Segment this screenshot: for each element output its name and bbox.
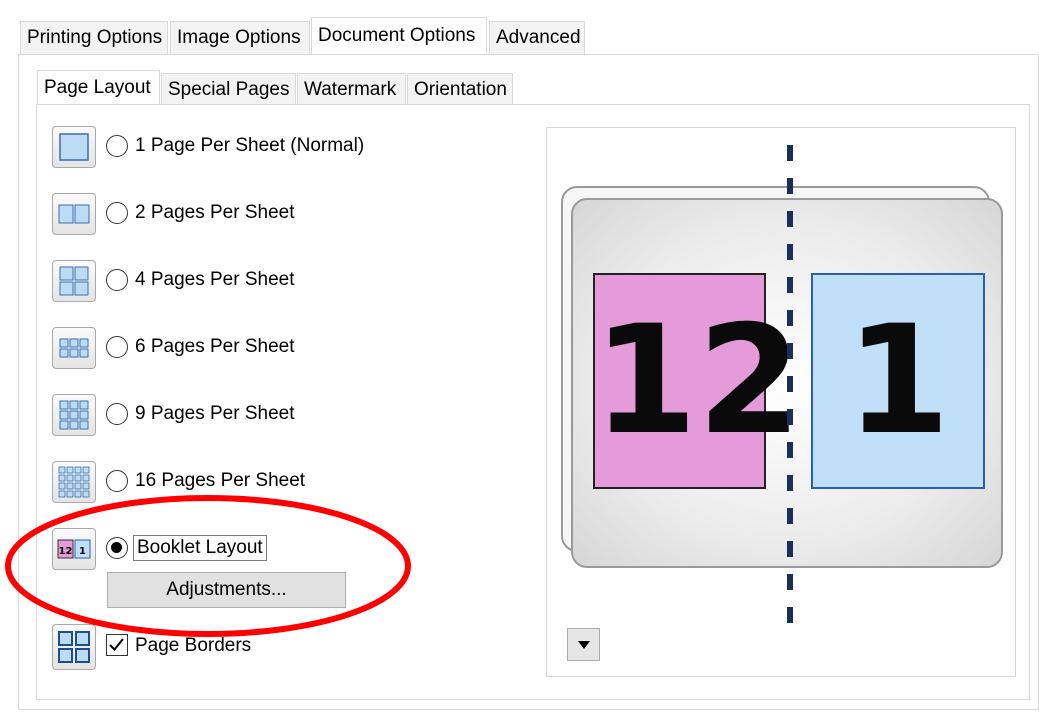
highlight-ellipse: [5, 495, 411, 637]
2-pages-per-sheet-icon: [52, 193, 96, 235]
6-pages-per-sheet-icon: [52, 327, 96, 369]
radio-2-pages-per-sheet[interactable]: [106, 202, 128, 224]
tab-orientation[interactable]: Orientation: [407, 73, 513, 107]
label-1-page-per-sheet: 1 Page Per Sheet (Normal): [135, 135, 365, 156]
label-6-pages-per-sheet: 6 Pages Per Sheet: [135, 336, 295, 357]
fold-line: [787, 145, 793, 625]
radio-4-pages-per-sheet[interactable]: [106, 269, 128, 291]
1-page-per-sheet-icon: [52, 126, 96, 168]
4-pages-per-sheet-icon: [52, 260, 96, 302]
radio-9-pages-per-sheet[interactable]: [106, 403, 128, 425]
tab-page-layout[interactable]: Page Layout: [37, 70, 160, 106]
9-pages-per-sheet-icon: [52, 394, 96, 436]
triangle-down-icon: [577, 640, 590, 649]
label-2-pages-per-sheet: 2 Pages Per Sheet: [135, 202, 295, 223]
preview-right-page-number: 1: [845, 294, 951, 468]
tab-document-options[interactable]: Document Options: [311, 17, 487, 55]
preview-left-page-number: 12: [593, 294, 802, 468]
tab-image-options[interactable]: Image Options: [170, 21, 310, 55]
radio-1-page-per-sheet[interactable]: [106, 135, 128, 157]
preview-dropdown-button[interactable]: [567, 628, 600, 661]
radio-6-pages-per-sheet[interactable]: [106, 336, 128, 358]
label-9-pages-per-sheet: 9 Pages Per Sheet: [135, 403, 295, 424]
tab-printing-options[interactable]: Printing Options: [20, 21, 168, 55]
tab-special-pages[interactable]: Special Pages: [161, 73, 296, 107]
tab-advanced[interactable]: Advanced: [489, 21, 585, 55]
tab-watermark[interactable]: Watermark: [297, 73, 406, 107]
label-4-pages-per-sheet: 4 Pages Per Sheet: [135, 269, 295, 290]
